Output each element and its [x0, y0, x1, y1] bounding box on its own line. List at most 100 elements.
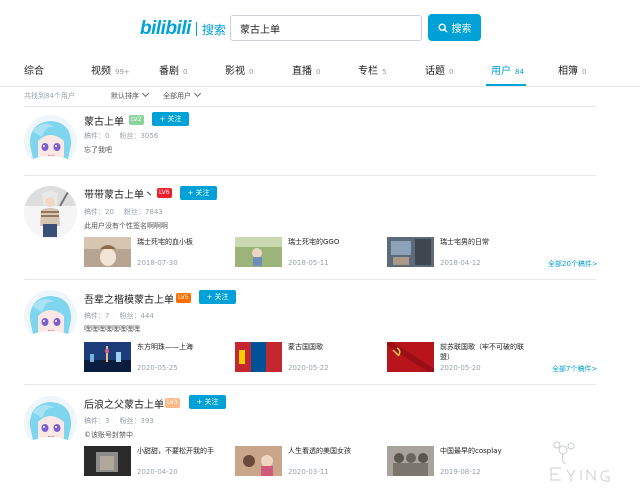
anime-avatar-image — [24, 396, 77, 449]
video-thumbnail[interactable] — [235, 342, 282, 372]
sort-label: 默认排序 — [111, 92, 139, 100]
video-thumbnail[interactable] — [235, 446, 282, 476]
video-count: 稿件：0 — [84, 132, 110, 140]
user-stats: 稿件：0 粉丝：3056 — [84, 131, 158, 141]
user-sign: 忘了我吧 — [84, 146, 112, 154]
follow-button[interactable]: + 关注 — [189, 395, 226, 409]
tab-count: 0 — [316, 68, 321, 76]
fan-count: 粉丝：7843 — [123, 208, 163, 216]
video-thumbnail-image — [84, 342, 131, 372]
sort-dropdown[interactable]: 默认排序 — [111, 89, 150, 101]
tab-count: 0 — [183, 68, 188, 76]
search-button[interactable]: 搜索 — [428, 14, 481, 41]
tab-count: 5 — [382, 68, 387, 76]
video-title[interactable]: 瑞士宅男的日常 — [440, 237, 530, 247]
video-thumbnail-image — [235, 237, 282, 267]
anime-avatar-image — [24, 290, 77, 343]
user-sign: 此用户没有个性签名啊啊啊 — [84, 222, 168, 230]
divider — [24, 384, 596, 385]
video-date: 2018-07-30 — [137, 259, 178, 267]
tab-topic[interactable]: 话题 0 — [425, 62, 453, 77]
user-name[interactable]: 带带蒙古上单丶 — [84, 186, 154, 201]
video-title[interactable]: 蒙古国国歌 — [288, 342, 378, 352]
user-sign: ©该账号封禁中 — [84, 431, 133, 439]
fan-count: 粉丝：393 — [119, 417, 154, 425]
chevron-down-icon — [141, 89, 150, 98]
tab-video[interactable]: 视频 99+ — [91, 62, 130, 77]
avatar[interactable] — [24, 115, 77, 168]
follow-button[interactable]: + 关注 — [152, 112, 189, 126]
tab-label: 番剧 — [159, 66, 179, 77]
bilibili-logo[interactable]: bilibili 搜索 — [140, 17, 226, 41]
follow-button[interactable]: + 关注 — [180, 186, 217, 200]
video-title[interactable]: 东方明珠——上海 — [137, 342, 227, 352]
tab-count: 0 — [249, 68, 254, 76]
active-tab-indicator — [486, 84, 526, 86]
video-thumbnail-image — [387, 446, 434, 476]
all-works-link[interactable]: 全部7个稿件> — [552, 364, 597, 374]
user-name[interactable]: 蒙古上单 — [84, 113, 124, 128]
avatar[interactable] — [24, 186, 77, 239]
video-thumbnail-image — [387, 237, 434, 267]
video-title[interactable]: 人生看透的美国女孩 — [288, 446, 378, 456]
video-title[interactable]: 中国最早的cosplay — [440, 446, 530, 456]
video-thumbnail[interactable] — [235, 237, 282, 267]
tab-count: 0 — [582, 68, 587, 76]
tab-bangumi[interactable]: 番剧 0 — [159, 62, 187, 77]
video-title[interactable]: 瑞士死宅的血小板 — [137, 237, 227, 247]
tab-label: 话题 — [425, 66, 445, 77]
search-box[interactable] — [230, 15, 422, 41]
user-stats: 稿件：3 粉丝：393 — [84, 416, 154, 426]
tab-label: 用户 — [491, 66, 511, 77]
user-type-label: 全部用户 — [163, 92, 191, 100]
search-type-tabs: 综合 视频 99+ 番剧 0 影视 0 直播 0 专栏 5 话题 0 用户 84 相簿 0 — [0, 50, 640, 87]
user-name[interactable]: 吾辈之楷模蒙古上单 — [84, 291, 174, 306]
tab-user[interactable]: 用户 84 — [491, 62, 524, 77]
user-stats: 稿件：7 粉丝：444 — [84, 311, 154, 321]
video-title[interactable]: 前苏联国歌（牢不可破的联盟） — [440, 342, 530, 362]
avatar[interactable] — [24, 290, 77, 343]
video-date: 2020-05-20 — [440, 364, 481, 372]
tab-label: 影视 — [225, 66, 245, 77]
video-title[interactable]: 瑞士死宅的GGO — [288, 237, 378, 247]
video-title[interactable]: 小甜甜，不要松开我的手 — [137, 446, 227, 456]
tab-all[interactable]: 综合 — [24, 62, 44, 77]
video-thumbnail-image — [84, 446, 131, 476]
user-name[interactable]: 后浪之父蒙古上单 — [84, 396, 164, 411]
video-thumbnail[interactable] — [84, 342, 131, 372]
tab-label: 视频 — [91, 66, 111, 77]
video-thumbnail[interactable] — [84, 237, 131, 267]
video-thumbnail-image — [235, 342, 282, 372]
level-badge: LV6 — [157, 188, 172, 198]
avatar[interactable] — [24, 396, 77, 449]
logo-word: bilibili — [140, 18, 191, 39]
search-icon — [437, 22, 447, 32]
video-thumbnail[interactable] — [84, 446, 131, 476]
tab-label: 综合 — [24, 66, 44, 77]
search-input[interactable] — [231, 16, 421, 40]
tab-count: 84 — [515, 68, 524, 76]
video-date: 2020-04-20 — [137, 468, 178, 476]
tab-live[interactable]: 直播 0 — [292, 62, 320, 77]
tab-album[interactable]: 相簿 0 — [558, 62, 586, 77]
tab-article[interactable]: 专栏 5 — [358, 62, 386, 77]
level-badge: LV2 — [129, 115, 144, 125]
figure-avatar-image — [24, 186, 77, 239]
result-count: 共找到84个用户 — [24, 92, 75, 100]
video-thumbnail[interactable] — [387, 446, 434, 476]
video-thumbnail[interactable] — [387, 342, 434, 372]
video-date: 2020-05-25 — [137, 364, 178, 372]
video-count: 稿件：20 — [84, 208, 114, 216]
logo-divider — [195, 22, 197, 36]
video-thumbnail-image — [84, 237, 131, 267]
watermark-logo — [550, 441, 610, 482]
tab-label: 相簿 — [558, 66, 578, 77]
video-thumbnail[interactable] — [387, 237, 434, 267]
level-badge: LV5 — [176, 293, 191, 303]
level-badge: LV3 — [165, 398, 180, 408]
divider — [24, 106, 596, 107]
all-works-link[interactable]: 全部20个稿件> — [548, 259, 598, 269]
follow-button[interactable]: + 关注 — [199, 290, 236, 304]
tab-movie[interactable]: 影视 0 — [225, 62, 253, 77]
user-type-dropdown[interactable]: 全部用户 — [163, 89, 202, 101]
